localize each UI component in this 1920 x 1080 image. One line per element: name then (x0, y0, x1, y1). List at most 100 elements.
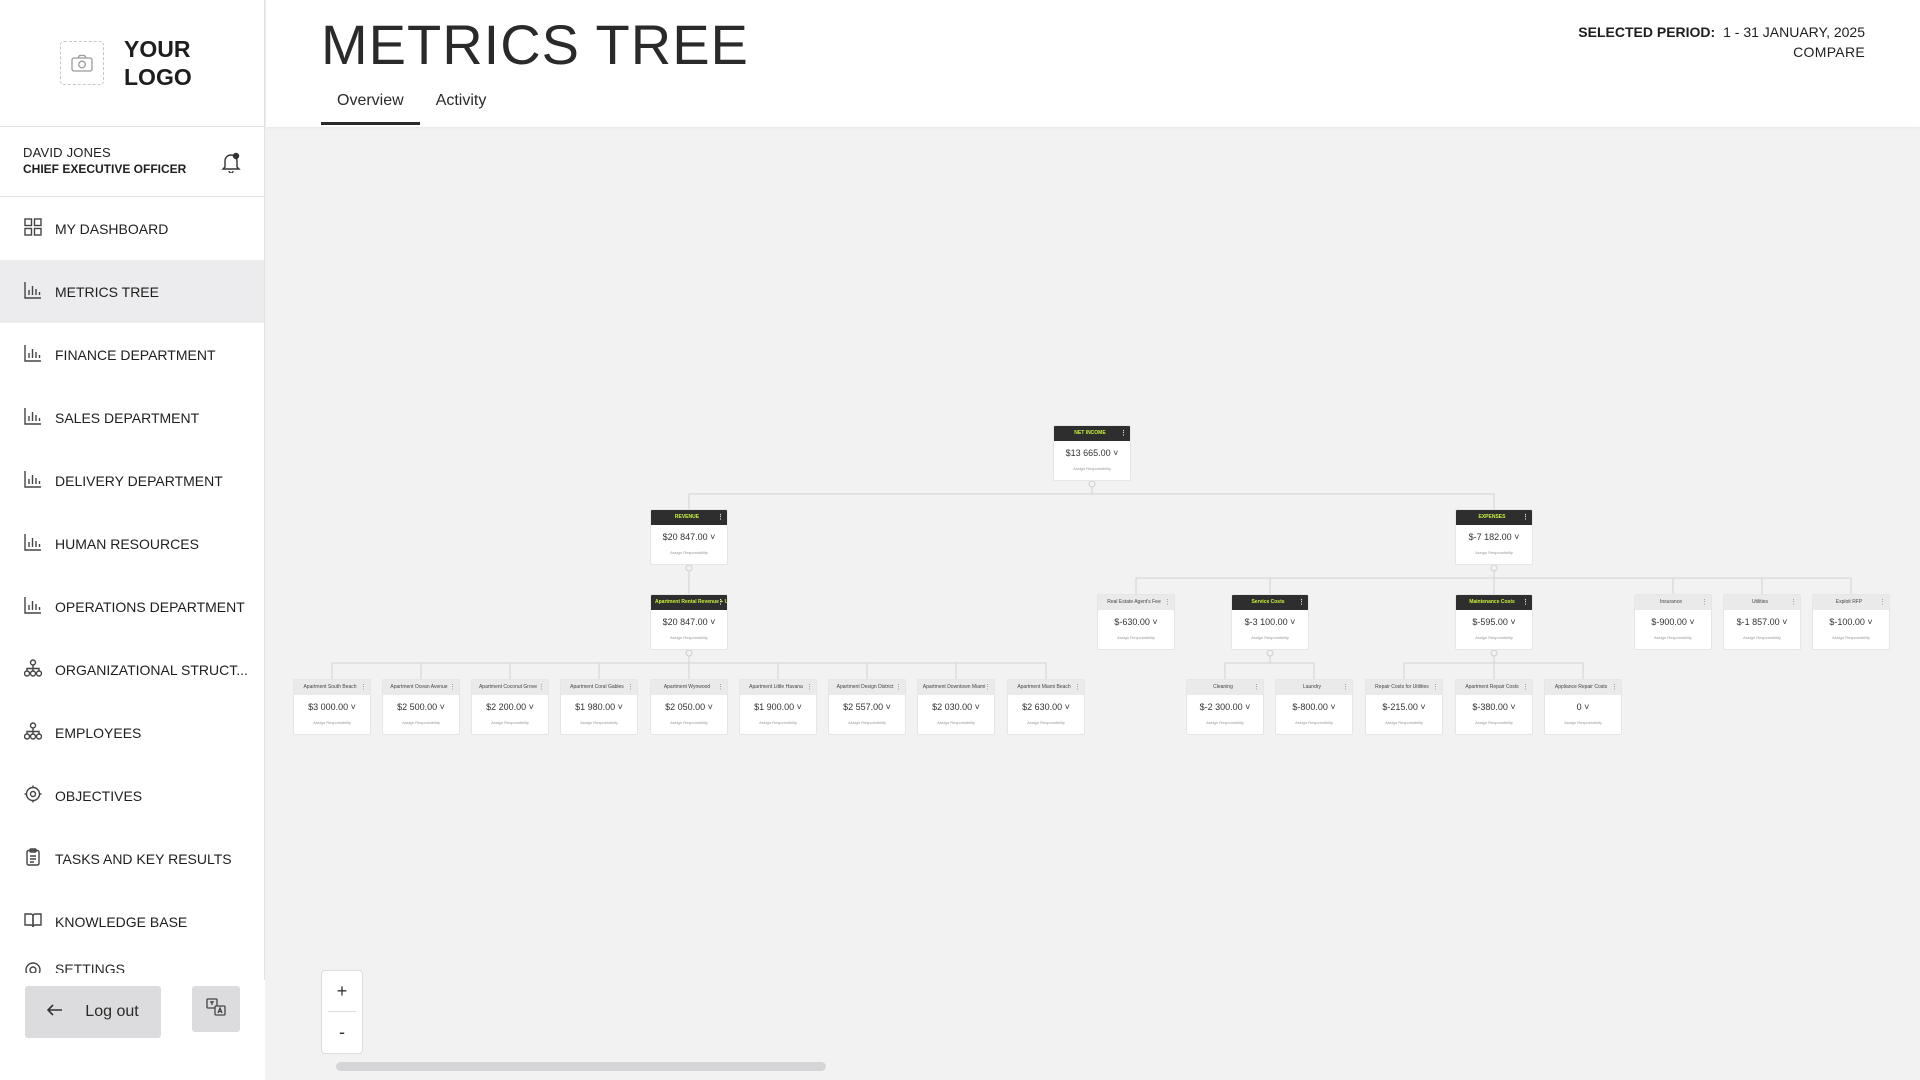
metric-node[interactable]: Apartment Rental Revenue + Utilitie... $2… (650, 594, 728, 650)
metric-node[interactable]: Apartment Little Havana $1 900.00 ˅ Assign… (739, 679, 817, 735)
metric-node-value: $-595.00 ˅ (1472, 617, 1516, 627)
metric-node-title: Apartment Coconut Grove (472, 680, 548, 695)
metric-node-title: Utilities (1724, 595, 1800, 610)
metric-node-value: $-800.00 ˅ (1292, 702, 1336, 712)
assign-responsibility-link[interactable]: Assign Responsibility (1635, 635, 1711, 640)
metric-node[interactable]: Service Costs $-3 100.00 ˅ Assign Responsi… (1231, 594, 1309, 650)
tab-activity[interactable]: Activity (420, 88, 503, 125)
tree-connector (688, 650, 957, 679)
metric-node[interactable]: Insurance $-900.00 ˅ Assign Responsibility (1634, 594, 1712, 650)
assign-responsibility-link[interactable]: Assign Responsibility (1456, 720, 1532, 725)
sidebar-item-label: EMPLOYEES (55, 724, 142, 741)
assign-responsibility-link[interactable]: Assign Responsibility (1456, 550, 1532, 555)
assign-responsibility-link[interactable]: Assign Responsibility (1232, 635, 1308, 640)
tab-overview[interactable]: Overview (321, 88, 420, 125)
expand-dot[interactable] (1088, 480, 1096, 488)
camera-icon[interactable] (60, 41, 104, 85)
assign-responsibility-link[interactable]: Assign Responsibility (1098, 635, 1174, 640)
metric-node[interactable]: EXPENSES $-7 182.00 ˅ Assign Responsibilit… (1455, 509, 1533, 565)
sidebar-item-metrics-tree[interactable]: METRICS TREE (0, 260, 264, 323)
zoom-out-button[interactable]: - (322, 1012, 362, 1053)
tree-connector (1224, 650, 1271, 679)
metric-node[interactable]: Apartment Miami Beach $2 630.00 ˅ Assign R… (1007, 679, 1085, 735)
bell-icon[interactable] (220, 151, 242, 178)
metric-node-title: Apartment Coral Gables (561, 680, 637, 695)
sidebar-item-finance-department[interactable]: FINANCE DEPARTMENT (0, 323, 264, 386)
sidebar-item-operations-department[interactable]: OPERATIONS DEPARTMENT (0, 575, 264, 638)
assign-responsibility-link[interactable]: Assign Responsibility (1366, 720, 1442, 725)
sidebar-item-label: HUMAN RESOURCES (55, 535, 199, 552)
sidebar-item-my-dashboard[interactable]: MY DASHBOARD (0, 197, 264, 260)
metric-node-value: $-215.00 ˅ (1382, 702, 1426, 712)
arrow-left-icon (47, 1003, 63, 1021)
zoom-in-button[interactable]: + (328, 971, 356, 1012)
sidebar-item-delivery-department[interactable]: DELIVERY DEPARTMENT (0, 449, 264, 512)
expand-dot[interactable] (685, 564, 693, 572)
metric-node[interactable]: NET INCOME $13 665.00 ˅ Assign Responsibil… (1053, 425, 1131, 481)
expand-dot[interactable] (1490, 649, 1498, 657)
assign-responsibility-link[interactable]: Assign Responsibility (561, 720, 637, 725)
assign-responsibility-link[interactable]: Assign Responsibility (651, 550, 727, 555)
assign-responsibility-link[interactable]: Assign Responsibility (1456, 635, 1532, 640)
sidebar-item-employees[interactable]: EMPLOYEES (0, 701, 264, 764)
language-button[interactable] (192, 986, 240, 1032)
assign-responsibility-link[interactable]: Assign Responsibility (383, 720, 459, 725)
horizontal-scrollbar[interactable] (336, 1062, 826, 1071)
expand-dot[interactable] (1266, 649, 1274, 657)
assign-responsibility-link[interactable]: Assign Responsibility (1813, 635, 1889, 640)
assign-responsibility-link[interactable]: Assign Responsibility (1724, 635, 1800, 640)
metric-node[interactable]: REVENUE $20 847.00 ˅ Assign Responsibility (650, 509, 728, 565)
compare-link[interactable]: COMPARE (1578, 44, 1865, 60)
period-value[interactable]: 1 - 31 JANUARY, 2025 (1723, 24, 1865, 40)
metric-node-title: Apartment Wynwood (651, 680, 727, 695)
sidebar-item-label: OBJECTIVES (55, 787, 143, 804)
metric-node[interactable]: Apartment Downtown Miami $2 030.00 ˅ Assig… (917, 679, 995, 735)
assign-responsibility-link[interactable]: Assign Responsibility (1187, 720, 1263, 725)
metric-node-title: Cleaning (1187, 680, 1263, 695)
assign-responsibility-link[interactable]: Assign Responsibility (829, 720, 905, 725)
metric-node[interactable]: Apartment Repair Costs $-380.00 ˅ Assign R… (1455, 679, 1533, 735)
metric-node[interactable]: Apartment Coconut Grove $2 200.00 ˅ Assign… (471, 679, 549, 735)
metric-node[interactable]: Repair Costs for Utilities $-215.00 ˅ Assi… (1365, 679, 1443, 735)
metric-node[interactable]: Maintenance Costs $-595.00 ˅ Assign Respon… (1455, 594, 1533, 650)
assign-responsibility-link[interactable]: Assign Responsibility (472, 720, 548, 725)
metric-node[interactable]: Appliance Repair Costs 0 ˅ Assign Responsi… (1544, 679, 1622, 735)
assign-responsibility-link[interactable]: Assign Responsibility (1008, 720, 1084, 725)
bar-chart-icon (24, 281, 42, 302)
tab-bar: Overview Activity (321, 88, 502, 125)
assign-responsibility-link[interactable]: Assign Responsibility (1276, 720, 1352, 725)
metric-node[interactable]: Real Estate Agent's Fee $-630.00 ˅ Assign … (1097, 594, 1175, 650)
metric-node[interactable]: Laundry $-800.00 ˅ Assign Responsibility (1275, 679, 1353, 735)
metric-node[interactable]: Apartment South Beach $3 000.00 ˅ Assign R… (293, 679, 371, 735)
sidebar-item-knowledge-base[interactable]: KNOWLEDGE BASE (0, 890, 264, 953)
metric-node[interactable]: Cleaning $-2 300.00 ˅ Assign Responsibilit… (1186, 679, 1264, 735)
sidebar-item-tasks-and-key-results[interactable]: TASKS AND KEY RESULTS (0, 827, 264, 890)
sidebar-item-organizational-structure[interactable]: ORGANIZATIONAL STRUCT... (0, 638, 264, 701)
metric-node[interactable]: Exploit RFP $-100.00 ˅ Assign Responsibili… (1812, 594, 1890, 650)
metric-node[interactable]: Utilities $-1 857.00 ˅ Assign Responsibili… (1723, 594, 1801, 650)
metric-node-value: $2 500.00 ˅ (397, 702, 445, 712)
user-card: DAVID JONES CHIEF EXECUTIVE OFFICER (0, 127, 264, 197)
metric-node[interactable]: Apartment Ocean Avenue $2 500.00 ˅ Assign … (382, 679, 460, 735)
metric-node-value: $-900.00 ˅ (1651, 617, 1695, 627)
assign-responsibility-link[interactable]: Assign Responsibility (740, 720, 816, 725)
sidebar-item-settings[interactable]: SETTINGS (0, 953, 264, 973)
assign-responsibility-link[interactable]: Assign Responsibility (918, 720, 994, 725)
metric-node[interactable]: Apartment Wynwood $2 050.00 ˅ Assign Respo… (650, 679, 728, 735)
assign-responsibility-link[interactable]: Assign Responsibility (651, 720, 727, 725)
metrics-tree-canvas[interactable]: NET INCOME $13 665.00 ˅ Assign Responsibil… (266, 127, 1920, 1080)
sidebar-item-human-resources[interactable]: HUMAN RESOURCES (0, 512, 264, 575)
metric-node-title: Apartment Rental Revenue + Utilitie... (651, 595, 727, 610)
assign-responsibility-link[interactable]: Assign Responsibility (651, 635, 727, 640)
logout-button[interactable]: Log out (25, 986, 161, 1038)
sidebar-item-sales-department[interactable]: SALES DEPARTMENT (0, 386, 264, 449)
assign-responsibility-link[interactable]: Assign Responsibility (1054, 466, 1130, 471)
sidebar-item-objectives[interactable]: OBJECTIVES (0, 764, 264, 827)
metric-node[interactable]: Apartment Design District $2 557.00 ˅ Assi… (828, 679, 906, 735)
metric-node[interactable]: Apartment Coral Gables $1 980.00 ˅ Assign … (560, 679, 638, 735)
expand-dot[interactable] (1490, 564, 1498, 572)
assign-responsibility-link[interactable]: Assign Responsibility (294, 720, 370, 725)
logout-label: Log out (85, 1003, 139, 1020)
expand-dot[interactable] (685, 649, 693, 657)
assign-responsibility-link[interactable]: Assign Responsibility (1545, 720, 1621, 725)
